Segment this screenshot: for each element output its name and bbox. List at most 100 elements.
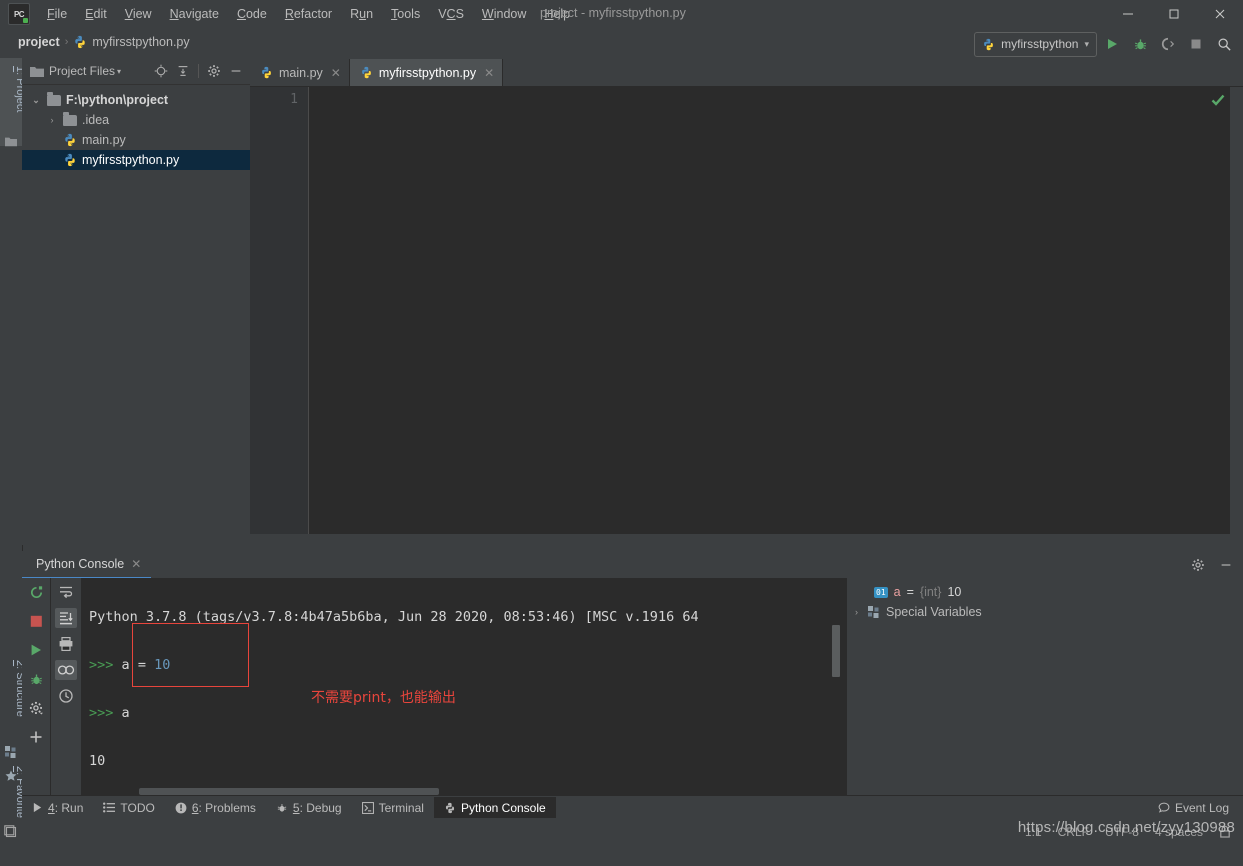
search-icon[interactable] [1211, 31, 1237, 57]
console-output[interactable]: Python 3.7.8 (tags/v3.7.8:4b47a5b6ba, Ju… [81, 578, 846, 795]
bottom-tab-debug[interactable]: 5: Debug [266, 797, 352, 819]
check-icon[interactable] [1209, 91, 1227, 109]
tab-main-py[interactable]: main.py ✕ [250, 59, 350, 86]
tree-item-idea[interactable]: › .idea [22, 110, 250, 130]
folder-icon [63, 115, 77, 126]
python-file-icon [260, 66, 273, 79]
window-controls [1105, 0, 1243, 28]
menu-edit[interactable]: Edit [76, 3, 116, 25]
minimize-button[interactable] [1105, 0, 1151, 28]
variable-row-a[interactable]: 01 a = {int} 10 [847, 582, 1243, 602]
scroll-to-end-icon[interactable] [55, 608, 77, 628]
tree-item-myfirsstpython-py[interactable]: myfirsstpython.py [22, 150, 250, 170]
locate-file-icon[interactable] [151, 61, 171, 81]
left-tool-stripe: 1: Project 2: Structure 2: Favorites [0, 58, 23, 795]
bottom-tab-terminal[interactable]: Terminal [352, 797, 434, 819]
encoding[interactable]: UTF-8 [1105, 825, 1139, 839]
project-panel-title-group[interactable]: Project Files ▾ [30, 64, 121, 78]
debug-button[interactable] [1127, 31, 1153, 57]
close-icon[interactable]: ✕ [484, 66, 494, 80]
close-button[interactable] [1197, 0, 1243, 28]
lock-icon[interactable] [1219, 825, 1231, 838]
chevron-down-icon[interactable]: ⌄ [30, 95, 42, 106]
python-file-icon [63, 133, 77, 147]
stop-icon[interactable] [25, 611, 47, 631]
editor-vertical-scrollbar[interactable] [1230, 87, 1243, 546]
bottom-tab-label: 6: Problems [192, 801, 256, 815]
tree-item-label: .idea [82, 113, 109, 127]
console-line-banner: Python 3.7.8 (tags/v3.7.8:4b47a5b6ba, Ju… [89, 605, 846, 629]
problems-icon [175, 802, 187, 814]
console-vertical-scrollbar[interactable] [831, 578, 841, 795]
status-bar: 1:1 CRLF UTF-8 4 spaces [0, 818, 1243, 845]
menu-vcs[interactable]: VCS [429, 3, 473, 25]
hide-panel-icon[interactable] [226, 61, 246, 81]
project-panel-actions [151, 61, 250, 81]
scrollbar-thumb[interactable] [832, 625, 840, 677]
structure-icon [5, 746, 17, 758]
variable-row-special-variables[interactable]: › Special Variables [847, 602, 1243, 622]
caret-position[interactable]: 1:1 [1025, 825, 1042, 839]
editor-gutter[interactable]: 1 [250, 87, 309, 546]
stop-button[interactable] [1183, 31, 1209, 57]
menu-file[interactable]: File [38, 3, 76, 25]
settings-icon[interactable] [25, 698, 47, 718]
tab-myfirsstpython-py[interactable]: myfirsstpython.py ✕ [350, 59, 503, 86]
history-icon[interactable] [55, 686, 77, 706]
bottom-tab-python-console[interactable]: Python Console [434, 797, 556, 819]
variable-equals: = [907, 585, 914, 599]
event-log-button[interactable]: Event Log [1158, 801, 1243, 815]
run-button[interactable] [1099, 31, 1125, 57]
run-coverage-button[interactable] [1155, 31, 1181, 57]
bottom-tab-run[interactable]: 4: Run [22, 797, 93, 819]
soft-wrap-icon[interactable] [55, 582, 77, 602]
editor-horizontal-scrollbar[interactable] [250, 534, 1243, 546]
console-horizontal-scrollbar[interactable] [139, 788, 439, 795]
menu-refactor[interactable]: Refactor [276, 3, 341, 25]
tree-item-project-root[interactable]: ⌄ F:\python\project [22, 90, 250, 110]
project-folder-icon [5, 136, 17, 148]
add-icon[interactable] [25, 727, 47, 747]
console-tab-label: Python Console [36, 557, 124, 571]
chevron-right-icon[interactable]: › [851, 607, 862, 617]
minimize-icon[interactable] [1215, 555, 1237, 575]
bottom-tab-todo[interactable]: TODO [93, 797, 164, 819]
settings-icon[interactable] [204, 61, 224, 81]
pycharm-logo-icon: PC [8, 3, 30, 25]
preview-icon[interactable] [55, 660, 77, 680]
line-number-1: 1 [290, 92, 298, 107]
project-tool-window: Project Files ▾ [22, 58, 250, 545]
run-configuration-selector[interactable]: myfirsstpython ▾ [974, 32, 1097, 57]
print-icon[interactable] [55, 634, 77, 654]
run-icon[interactable] [25, 640, 47, 660]
console-line-output: 10 [89, 749, 846, 773]
indent-setting[interactable]: 4 spaces [1155, 825, 1203, 839]
menu-view[interactable]: View [116, 3, 161, 25]
debug-icon[interactable] [25, 669, 47, 689]
bottom-tab-label: TODO [120, 801, 154, 815]
line-separator[interactable]: CRLF [1058, 825, 1089, 839]
tab-python-console[interactable]: Python Console ✕ [22, 551, 151, 579]
layout-icon[interactable] [0, 818, 22, 845]
menu-window[interactable]: Window [473, 3, 535, 25]
breadcrumb-project[interactable]: project [18, 35, 60, 49]
code-editor[interactable] [309, 87, 1230, 546]
bottom-tool-bar: 4: Run TODO 6: Problems [22, 795, 1243, 819]
navigation-bar: project › myfirsstpython.py myfirsstpyth… [0, 28, 1243, 59]
rerun-icon[interactable] [25, 582, 47, 602]
breadcrumb-file[interactable]: myfirsstpython.py [92, 35, 189, 49]
menu-code[interactable]: Code [228, 3, 276, 25]
console-line-input-2: >>> a [89, 701, 846, 725]
menu-tools[interactable]: Tools [382, 3, 429, 25]
chevron-right-icon[interactable]: › [46, 115, 58, 125]
maximize-button[interactable] [1151, 0, 1197, 28]
settings-icon[interactable] [1187, 555, 1209, 575]
favorites-star-icon [5, 770, 17, 782]
collapse-all-icon[interactable] [173, 61, 193, 81]
close-icon[interactable]: ✕ [131, 557, 141, 571]
close-icon[interactable]: ✕ [331, 66, 341, 80]
tree-item-main-py[interactable]: main.py [22, 130, 250, 150]
bottom-tab-problems[interactable]: 6: Problems [165, 797, 266, 819]
menu-run[interactable]: Run [341, 3, 382, 25]
menu-navigate[interactable]: Navigate [161, 3, 228, 25]
